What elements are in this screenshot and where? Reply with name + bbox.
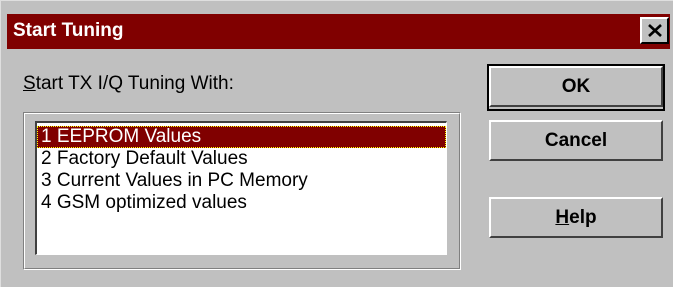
list-item-eeprom-values[interactable]: 1 EEPROM Values xyxy=(37,126,446,148)
list-item-gsm-optimized-values[interactable]: 4 GSM optimized values xyxy=(37,192,446,214)
help-button[interactable]: Help xyxy=(489,197,663,238)
close-button[interactable] xyxy=(640,17,669,44)
tuning-source-label-mnemonic: S xyxy=(23,73,36,94)
help-button-mnemonic: H xyxy=(555,206,570,228)
screen-background-right xyxy=(673,0,679,293)
title-bar[interactable]: Start Tuning xyxy=(7,14,670,49)
tuning-source-label-text: tart TX I/Q Tuning With: xyxy=(35,73,234,94)
tuning-source-listbox[interactable]: 1 EEPROM Values 2 Factory Default Values… xyxy=(35,121,447,255)
cancel-button[interactable]: Cancel xyxy=(489,120,663,161)
dialog-title: Start Tuning xyxy=(13,20,124,41)
help-button-text: elp xyxy=(569,206,597,228)
close-icon xyxy=(647,24,662,37)
screen-background-bottom xyxy=(0,287,679,293)
list-item-factory-default-values[interactable]: 2 Factory Default Values xyxy=(37,148,446,170)
start-tuning-dialog: Start Tuning Start TX I/Q Tuning With: 1… xyxy=(0,0,679,293)
tuning-source-label: Start TX I/Q Tuning With: xyxy=(23,73,234,95)
list-item-current-values-pc-memory[interactable]: 3 Current Values in PC Memory xyxy=(37,170,446,192)
ok-button[interactable]: OK xyxy=(489,66,663,107)
